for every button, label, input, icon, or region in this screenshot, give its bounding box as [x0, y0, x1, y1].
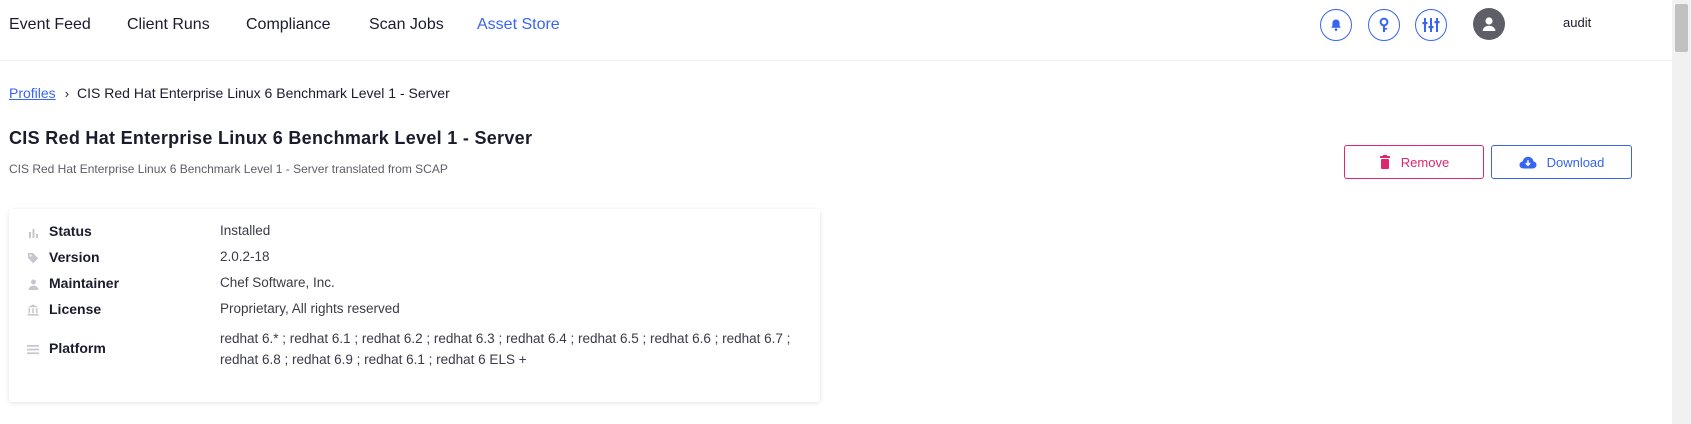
notifications-button[interactable]: [1320, 9, 1352, 41]
download-button-label: Download: [1546, 154, 1605, 170]
breadcrumb-separator-icon: ›: [64, 86, 70, 101]
page-scrollbar[interactable]: [1672, 0, 1691, 424]
remove-button-label: Remove: [1400, 154, 1450, 170]
key-icon: [1379, 17, 1389, 32]
page-subtitle: CIS Red Hat Enterprise Linux 6 Benchmark…: [9, 162, 448, 176]
top-navigation: Event Feed Client Runs Compliance Scan J…: [0, 0, 1672, 61]
metadata-value: Installed: [220, 223, 271, 238]
bar-chart-icon: [26, 225, 40, 239]
user-avatar[interactable]: [1473, 8, 1505, 40]
apps-icon: [1422, 18, 1440, 32]
username[interactable]: audit: [1563, 15, 1591, 30]
metadata-value: Chef Software, Inc.: [220, 275, 335, 290]
metadata-row-license: License Proprietary, All rights reserved: [9, 298, 820, 322]
metadata-row-status: Status Installed: [9, 220, 820, 244]
metadata-label: Maintainer: [49, 275, 120, 291]
metadata-value: redhat 6.* ; redhat 6.1 ; redhat 6.2 ; r…: [220, 331, 791, 367]
user-icon: [1482, 17, 1496, 31]
apps-button[interactable]: [1415, 9, 1447, 41]
bank-icon: [26, 303, 40, 317]
breadcrumb-profiles-link[interactable]: Profiles: [9, 85, 56, 101]
breadcrumb: Profiles › CIS Red Hat Enterprise Linux 6 …: [9, 85, 450, 101]
scrollbar-thumb[interactable]: [1675, 4, 1688, 52]
bell-icon: [1331, 19, 1341, 31]
remove-button[interactable]: Remove: [1344, 145, 1484, 179]
page-title: CIS Red Hat Enterprise Linux 6 Benchmark…: [9, 128, 533, 148]
cloud-download-icon: [1519, 156, 1537, 168]
person-icon: [26, 277, 40, 291]
profile-metadata-card: Status Installed Version 2.0.2-18 Mainta…: [9, 209, 820, 402]
metadata-label: Status: [49, 223, 92, 239]
nav-scan-jobs[interactable]: Scan Jobs: [369, 16, 444, 34]
api-keys-button[interactable]: [1368, 9, 1400, 41]
metadata-label: Version: [49, 249, 100, 265]
list-icon: [26, 342, 40, 356]
nav-compliance[interactable]: Compliance: [246, 16, 330, 34]
nav-client-runs[interactable]: Client Runs: [127, 16, 210, 34]
metadata-label: License: [49, 301, 102, 317]
download-button[interactable]: Download: [1491, 145, 1632, 179]
trash-icon: [1379, 155, 1390, 169]
tag-icon: [26, 251, 40, 265]
metadata-value: 2.0.2-18: [220, 249, 270, 264]
nav-asset-store[interactable]: Asset Store: [477, 16, 560, 34]
metadata-value: Proprietary, All rights reserved: [220, 301, 400, 316]
metadata-row-version: Version 2.0.2-18: [9, 246, 820, 270]
nav-event-feed[interactable]: Event Feed: [9, 16, 91, 34]
metadata-row-maintainer: Maintainer Chef Software, Inc.: [9, 272, 820, 296]
breadcrumb-current: CIS Red Hat Enterprise Linux 6 Benchmark…: [77, 85, 450, 101]
metadata-row-platform: Platform redhat 6.* ; redhat 6.1 ; redha…: [9, 325, 820, 369]
metadata-label: Platform: [49, 340, 106, 356]
